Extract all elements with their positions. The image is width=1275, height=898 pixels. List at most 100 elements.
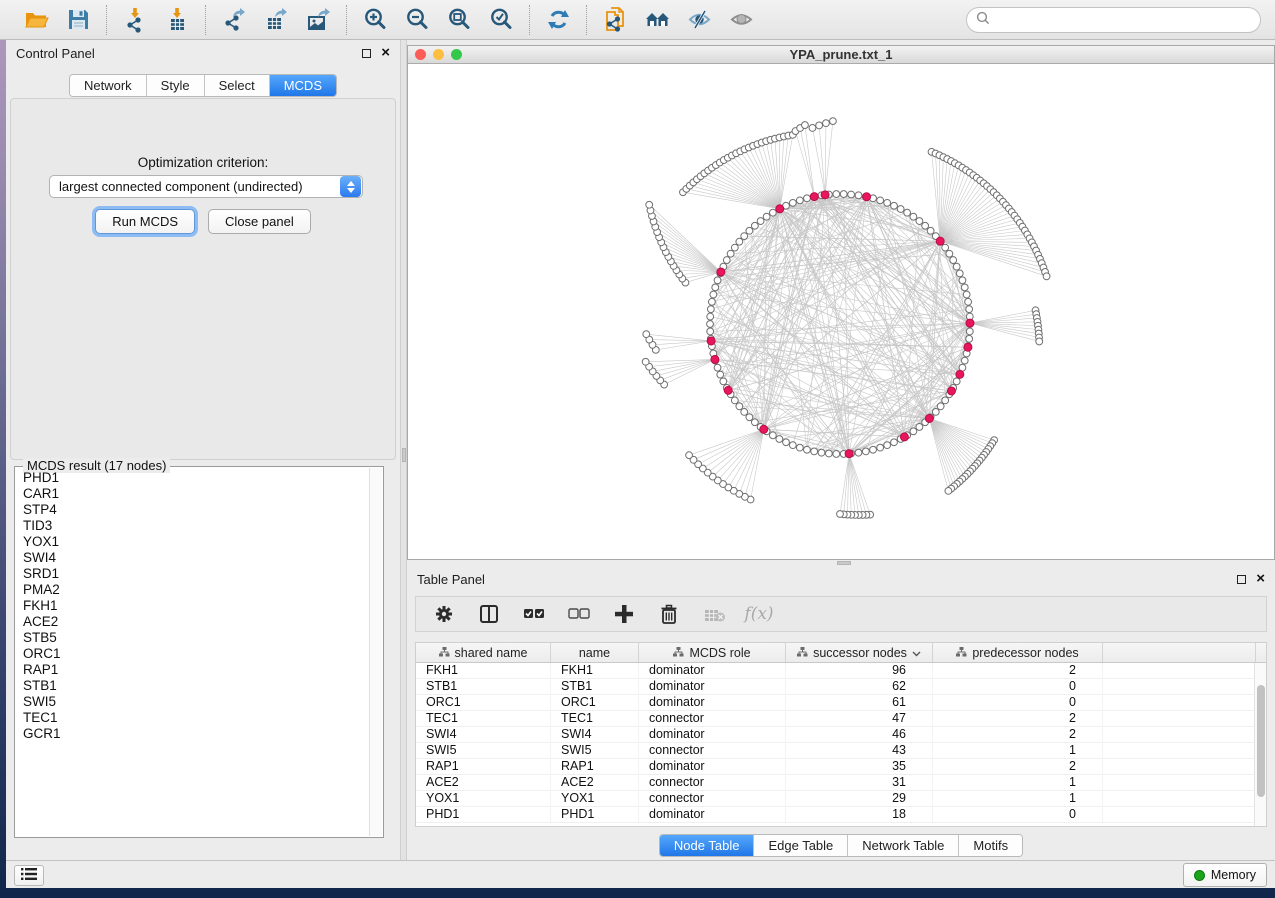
- export-image-icon[interactable]: [304, 6, 332, 34]
- mcds-result-item[interactable]: STB5: [23, 630, 368, 646]
- task-history-button[interactable]: [14, 865, 44, 886]
- vertical-splitter[interactable]: [400, 40, 407, 860]
- node-table-body: FKH1FKH1dominator962STB1STB1dominator620…: [416, 663, 1266, 823]
- column-header-shared-name[interactable]: shared name: [416, 643, 551, 662]
- table-cell: YOX1: [416, 791, 551, 806]
- add-icon[interactable]: [612, 602, 636, 626]
- mcds-result-item[interactable]: CAR1: [23, 486, 368, 502]
- tab-style[interactable]: Style: [147, 75, 205, 96]
- mcds-result-item[interactable]: PMA2: [23, 582, 368, 598]
- column-header-MCDS-role[interactable]: MCDS role: [639, 643, 786, 662]
- column-header-successor-nodes[interactable]: successor nodes: [786, 643, 933, 662]
- search-icon: [976, 11, 990, 30]
- tab-network-table[interactable]: Network Table: [848, 835, 959, 856]
- mcds-result-item[interactable]: TEC1: [23, 710, 368, 726]
- table-row[interactable]: YOX1YOX1connector291: [416, 791, 1266, 807]
- table-cell: SWI5: [416, 743, 551, 758]
- refresh-icon[interactable]: [544, 6, 572, 34]
- tab-node-table[interactable]: Node Table: [660, 835, 755, 856]
- tab-mcds[interactable]: MCDS: [270, 75, 336, 96]
- eye-slash-icon[interactable]: [685, 6, 713, 34]
- mcds-result-item[interactable]: STP4: [23, 502, 368, 518]
- disabled-table-icon: [702, 602, 726, 626]
- mcds-result-item[interactable]: SWI5: [23, 694, 368, 710]
- mcds-result-item[interactable]: YOX1: [23, 534, 368, 550]
- mcds-result-item[interactable]: SWI4: [23, 550, 368, 566]
- column-header-name[interactable]: name: [551, 643, 639, 662]
- export-table-icon[interactable]: [262, 6, 290, 34]
- mcds-result-item[interactable]: TID3: [23, 518, 368, 534]
- table-scrollbar[interactable]: [1254, 663, 1266, 826]
- network-window-title: YPA_prune.txt_1: [408, 47, 1274, 62]
- network-view[interactable]: [408, 65, 1274, 559]
- criterion-dropdown[interactable]: largest connected component (undirected): [49, 175, 363, 198]
- memory-button[interactable]: Memory: [1183, 863, 1267, 887]
- table-cell: ORC1: [551, 695, 639, 710]
- columns-icon[interactable]: [477, 602, 501, 626]
- tab-select[interactable]: Select: [205, 75, 270, 96]
- zoom-fit-icon[interactable]: [445, 6, 473, 34]
- import-network-icon[interactable]: [121, 6, 149, 34]
- zoom-in-icon[interactable]: [361, 6, 389, 34]
- table-cell: SWI4: [416, 727, 551, 742]
- mcds-result-item[interactable]: PHD1: [23, 470, 368, 486]
- save-icon[interactable]: [64, 6, 92, 34]
- mcds-result-item[interactable]: ACE2: [23, 614, 368, 630]
- mcds-result-item[interactable]: STB1: [23, 678, 368, 694]
- import-table-icon[interactable]: [163, 6, 191, 34]
- tab-edge-table[interactable]: Edge Table: [754, 835, 848, 856]
- table-row[interactable]: ORC1ORC1dominator610: [416, 695, 1266, 711]
- gear-icon[interactable]: [432, 602, 456, 626]
- close-panel-button[interactable]: Close panel: [208, 209, 311, 234]
- column-header-predecessor-nodes[interactable]: predecessor nodes: [933, 643, 1103, 662]
- float-table-panel-icon[interactable]: [1237, 575, 1246, 584]
- node-table[interactable]: shared namenameMCDS rolesuccessor nodesp…: [415, 642, 1267, 827]
- table-row[interactable]: FKH1FKH1dominator962: [416, 663, 1266, 679]
- mcds-result-item[interactable]: GCR1: [23, 726, 368, 742]
- select-all-icon[interactable]: [522, 602, 546, 626]
- table-row[interactable]: ACE2ACE2connector311: [416, 775, 1266, 791]
- table-cell: PHD1: [551, 807, 639, 822]
- optimization-criterion-label: Optimization criterion:: [11, 155, 395, 170]
- two-houses-icon[interactable]: [643, 6, 671, 34]
- table-row[interactable]: STB1STB1dominator620: [416, 679, 1266, 695]
- mcds-result-item[interactable]: FKH1: [23, 598, 368, 614]
- copy-document-icon[interactable]: [601, 6, 629, 34]
- table-row[interactable]: RAP1RAP1dominator352: [416, 759, 1266, 775]
- table-cell: RAP1: [416, 759, 551, 774]
- table-row[interactable]: TEC1TEC1connector472: [416, 711, 1266, 727]
- table-row[interactable]: SWI4SWI4dominator462: [416, 727, 1266, 743]
- table-cell: YOX1: [551, 791, 639, 806]
- open-folder-icon[interactable]: [22, 6, 50, 34]
- run-mcds-button[interactable]: Run MCDS: [95, 209, 195, 234]
- mcds-result-list[interactable]: PHD1CAR1STP4TID3YOX1SWI4SRD1PMA2FKH1ACE2…: [16, 470, 368, 836]
- table-panel: Table Panel × f(x) shared namenameMCDS r…: [407, 566, 1275, 860]
- zoom-out-icon[interactable]: [403, 6, 431, 34]
- mcds-result-item[interactable]: SRD1: [23, 566, 368, 582]
- table-cell: 18: [786, 807, 933, 822]
- table-scrollbar-thumb[interactable]: [1257, 685, 1265, 797]
- table-cell: 2: [933, 759, 1103, 774]
- network-window-titlebar[interactable]: YPA_prune.txt_1: [408, 46, 1274, 64]
- tab-motifs[interactable]: Motifs: [959, 835, 1022, 856]
- table-cell: 46: [786, 727, 933, 742]
- export-network-icon[interactable]: [220, 6, 248, 34]
- mcds-list-scrollbar[interactable]: [369, 468, 382, 836]
- search-box[interactable]: [966, 7, 1261, 33]
- zoom-selected-icon[interactable]: [487, 6, 515, 34]
- deselect-all-icon[interactable]: [567, 602, 591, 626]
- vertical-splitter-handle[interactable]: [402, 448, 406, 462]
- table-row[interactable]: SWI5SWI5connector431: [416, 743, 1266, 759]
- search-input[interactable]: [995, 13, 1251, 28]
- tab-network[interactable]: Network: [70, 75, 147, 96]
- horizontal-splitter-handle[interactable]: [837, 561, 851, 565]
- close-table-panel-icon[interactable]: ×: [1256, 574, 1265, 584]
- table-row[interactable]: PHD1PHD1dominator180: [416, 807, 1266, 823]
- mcds-result-item[interactable]: RAP1: [23, 662, 368, 678]
- table-cell: SWI5: [551, 743, 639, 758]
- delete-icon[interactable]: [657, 602, 681, 626]
- close-panel-icon[interactable]: ×: [381, 48, 390, 58]
- table-cell: [1103, 679, 1256, 694]
- mcds-result-item[interactable]: ORC1: [23, 646, 368, 662]
- float-panel-icon[interactable]: [362, 49, 371, 58]
